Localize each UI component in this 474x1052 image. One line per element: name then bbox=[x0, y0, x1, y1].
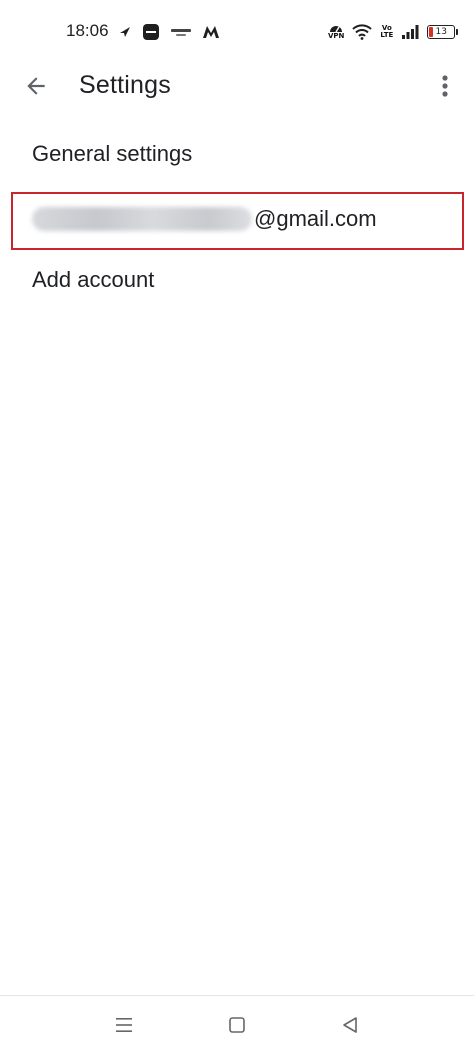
add-account-item[interactable]: Add account bbox=[0, 250, 474, 310]
arrow-left-icon bbox=[27, 77, 45, 95]
square-icon bbox=[229, 1017, 245, 1033]
recents-button[interactable] bbox=[109, 1010, 139, 1040]
vpn-icon: VPN bbox=[328, 24, 344, 40]
triangle-back-icon bbox=[343, 1017, 357, 1033]
vpn-label: VPN bbox=[328, 32, 345, 40]
app-notification-icon bbox=[170, 25, 192, 39]
general-settings-label: General settings bbox=[32, 141, 193, 166]
back-button[interactable] bbox=[20, 70, 52, 102]
app-notification-icon bbox=[142, 23, 160, 41]
status-right-icons: VPN Vo LTE 13 bbox=[328, 20, 459, 44]
add-account-label: Add account bbox=[32, 267, 155, 292]
wifi-icon bbox=[352, 24, 373, 40]
account-item[interactable]: @gmail.com bbox=[0, 189, 474, 249]
account-email-domain: @gmail.com bbox=[254, 206, 377, 231]
status-left-icons bbox=[118, 22, 220, 42]
navigation-arrow-icon bbox=[118, 25, 132, 39]
signal-icon bbox=[401, 25, 419, 39]
volte-bottom-label: LTE bbox=[380, 31, 394, 39]
home-button[interactable] bbox=[222, 1010, 252, 1040]
system-nav-bar bbox=[0, 995, 474, 1052]
more-vert-icon bbox=[442, 75, 448, 97]
system-back-button[interactable] bbox=[335, 1010, 365, 1040]
volte-icon: Vo LTE bbox=[380, 25, 393, 39]
myntra-m-icon bbox=[202, 25, 220, 39]
battery-icon: 13 bbox=[427, 25, 459, 39]
general-settings-item[interactable]: General settings bbox=[0, 124, 474, 184]
blurred-username bbox=[32, 207, 252, 231]
menu-lines-icon bbox=[116, 1018, 132, 1032]
status-time: 18:06 bbox=[66, 21, 109, 40]
page-title: Settings bbox=[79, 71, 171, 99]
overflow-menu-button[interactable] bbox=[430, 70, 460, 102]
battery-level: 13 bbox=[435, 27, 447, 37]
app-bar: Settings bbox=[0, 60, 474, 112]
status-bar: 18:06 VPN Vo LTE 13 bbox=[0, 0, 474, 64]
